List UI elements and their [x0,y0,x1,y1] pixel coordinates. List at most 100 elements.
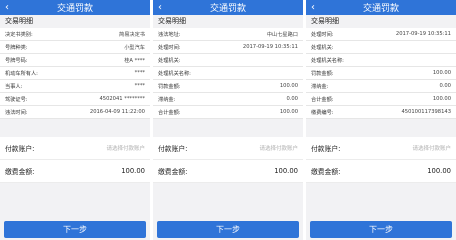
row-value: **** [134,70,145,76]
pay-account-select[interactable]: 请选择付款账户 [106,144,145,152]
detail-row: 违法时间: 2016-04-09 11:22:00 [0,106,150,119]
pay-account-label: 付款账户: [5,145,35,153]
row-label: 滞纳金: [158,96,176,103]
detail-row: 罚款金额: 100.00 [153,80,303,93]
detail-card: 决定书类别: 简易决定书 号牌种类: 小型汽车 号牌号码: 桂A **** 机动车所有… [0,28,150,119]
footer: 下一步 [0,215,150,240]
phone-screen-3: ‹ 交通罚款 交易明细 处理时间: 2017-09-19 10:35:11 处理机… [306,0,456,240]
detail-row: 处理时间: 2017-09-19 10:35:11 [306,28,456,41]
pay-account-select[interactable]: 请选择付款账户 [259,144,298,152]
row-value: 0.00 [439,83,451,89]
back-arrow-icon[interactable]: ‹ [311,2,315,13]
row-value: 100.00 [432,70,451,76]
section-title: 交易明细 [0,15,150,28]
row-label: 罚款金额: [158,83,181,90]
section-title: 交易明细 [153,15,303,28]
pay-account-label: 付款账户: [311,145,341,153]
header-title: 交通罚款 [209,4,246,14]
back-arrow-icon[interactable]: ‹ [158,2,162,13]
row-label: 处理机关名称: [311,57,344,64]
row-label: 滞纳金: [311,83,329,90]
detail-row: 缴费编号: 450100117398143 [306,106,456,119]
pay-account-row[interactable]: 付款账户: 请选择付款账户 [153,137,303,160]
row-label: 缴费编号: [311,109,334,116]
payment-panel: 付款账户: 请选择付款账户 缴费金额: 100.00 [306,137,456,183]
phone-screen-2: ‹ 交通罚款 交易明细 违法地址: 中山七星路口 处理时间: 2017-09-19 … [153,0,303,240]
row-label: 违法地址: [158,31,181,38]
header-title: 交通罚款 [362,4,399,14]
pay-amount-label: 缴费金额: [5,168,35,176]
next-button[interactable]: 下一步 [4,221,146,238]
next-button[interactable]: 下一步 [157,221,299,238]
phone-screen-1: ‹ 交通罚款 交易明细 决定书类别: 简易决定书 号牌种类: 小型汽车 号牌号码: 桂… [0,0,150,240]
detail-row: 号牌号码: 桂A **** [0,54,150,67]
pay-account-select[interactable]: 请选择付款账户 [412,144,451,152]
row-label: 决定书类别: [5,31,33,38]
row-value: 4502041 ******** [99,96,145,102]
pay-amount-value: 100.00 [427,167,451,175]
row-label: 处理机关: [311,44,334,51]
detail-row: 处理机关名称: [153,67,303,80]
header-title: 交通罚款 [56,4,93,14]
payment-panel: 付款账户: 请选择付款账户 缴费金额: 100.00 [0,137,150,183]
pay-amount-row: 缴费金额: 100.00 [153,160,303,183]
row-value: 桂A **** [124,57,145,64]
header-bar: ‹ 交通罚款 [0,0,150,15]
pay-account-row[interactable]: 付款账户: 请选择付款账户 [0,137,150,160]
row-value: 100.00 [279,83,298,89]
detail-row: 处理时间: 2017-09-19 10:35:11 [153,41,303,54]
row-value: 100.00 [432,96,451,102]
row-label: 合计金额: [311,96,334,103]
row-value: 100.00 [279,109,298,115]
pay-amount-value: 100.00 [121,167,145,175]
detail-row: 决定书类别: 简易决定书 [0,28,150,41]
section-title: 交易明细 [306,15,456,28]
detail-row: 合计金额: 100.00 [306,93,456,106]
footer: 下一步 [153,215,303,240]
row-value: 中山七星路口 [266,31,298,38]
detail-row: 滞纳金: 0.00 [153,93,303,106]
detail-row: 滞纳金: 0.00 [306,80,456,93]
row-label: 驾驶证号: [5,96,28,103]
pay-amount-value: 100.00 [274,167,298,175]
row-label: 罚款金额: [311,70,334,77]
detail-row: 处理机关名称: [306,54,456,67]
header-bar: ‹ 交通罚款 [153,0,303,15]
row-label: 号牌种类: [5,44,28,51]
pay-amount-row: 缴费金额: 100.00 [306,160,456,183]
pay-amount-label: 缴费金额: [158,168,188,176]
row-label: 机动车所有人: [5,70,38,77]
row-label: 处理时间: [158,44,181,51]
detail-card: 处理时间: 2017-09-19 10:35:11 处理机关: 处理机关名称: 罚… [306,28,456,119]
detail-row: 处理机关: [153,54,303,67]
row-label: 号牌号码: [5,57,28,64]
pay-account-row[interactable]: 付款账户: 请选择付款账户 [306,137,456,160]
row-label: 当事人: [5,83,23,90]
detail-row: 罚款金额: 100.00 [306,67,456,80]
detail-row: 驾驶证号: 4502041 ******** [0,93,150,106]
detail-row: 合计金额: 100.00 [153,106,303,119]
row-label: 合计金额: [158,109,181,116]
pay-amount-row: 缴费金额: 100.00 [0,160,150,183]
row-label: 处理机关: [158,57,181,64]
row-value: 简易决定书 [119,31,145,38]
next-button[interactable]: 下一步 [310,221,452,238]
detail-row: 机动车所有人: **** [0,67,150,80]
pay-account-label: 付款账户: [158,145,188,153]
footer: 下一步 [306,215,456,240]
detail-row: 当事人: **** [0,80,150,93]
detail-row: 号牌种类: 小型汽车 [0,41,150,54]
detail-card: 违法地址: 中山七星路口 处理时间: 2017-09-19 10:35:11 处理机… [153,28,303,119]
pay-amount-label: 缴费金额: [311,168,341,176]
detail-row: 处理机关: [306,41,456,54]
row-value: 2017-09-19 10:35:11 [395,31,451,37]
row-label: 违法时间: [5,109,28,116]
row-value: 2016-04-09 11:22:00 [89,109,145,115]
payment-panel: 付款账户: 请选择付款账户 缴费金额: 100.00 [153,137,303,183]
row-value: 2017-09-19 10:35:11 [242,44,298,50]
row-label: 处理机关名称: [158,70,191,77]
back-arrow-icon[interactable]: ‹ [5,2,9,13]
